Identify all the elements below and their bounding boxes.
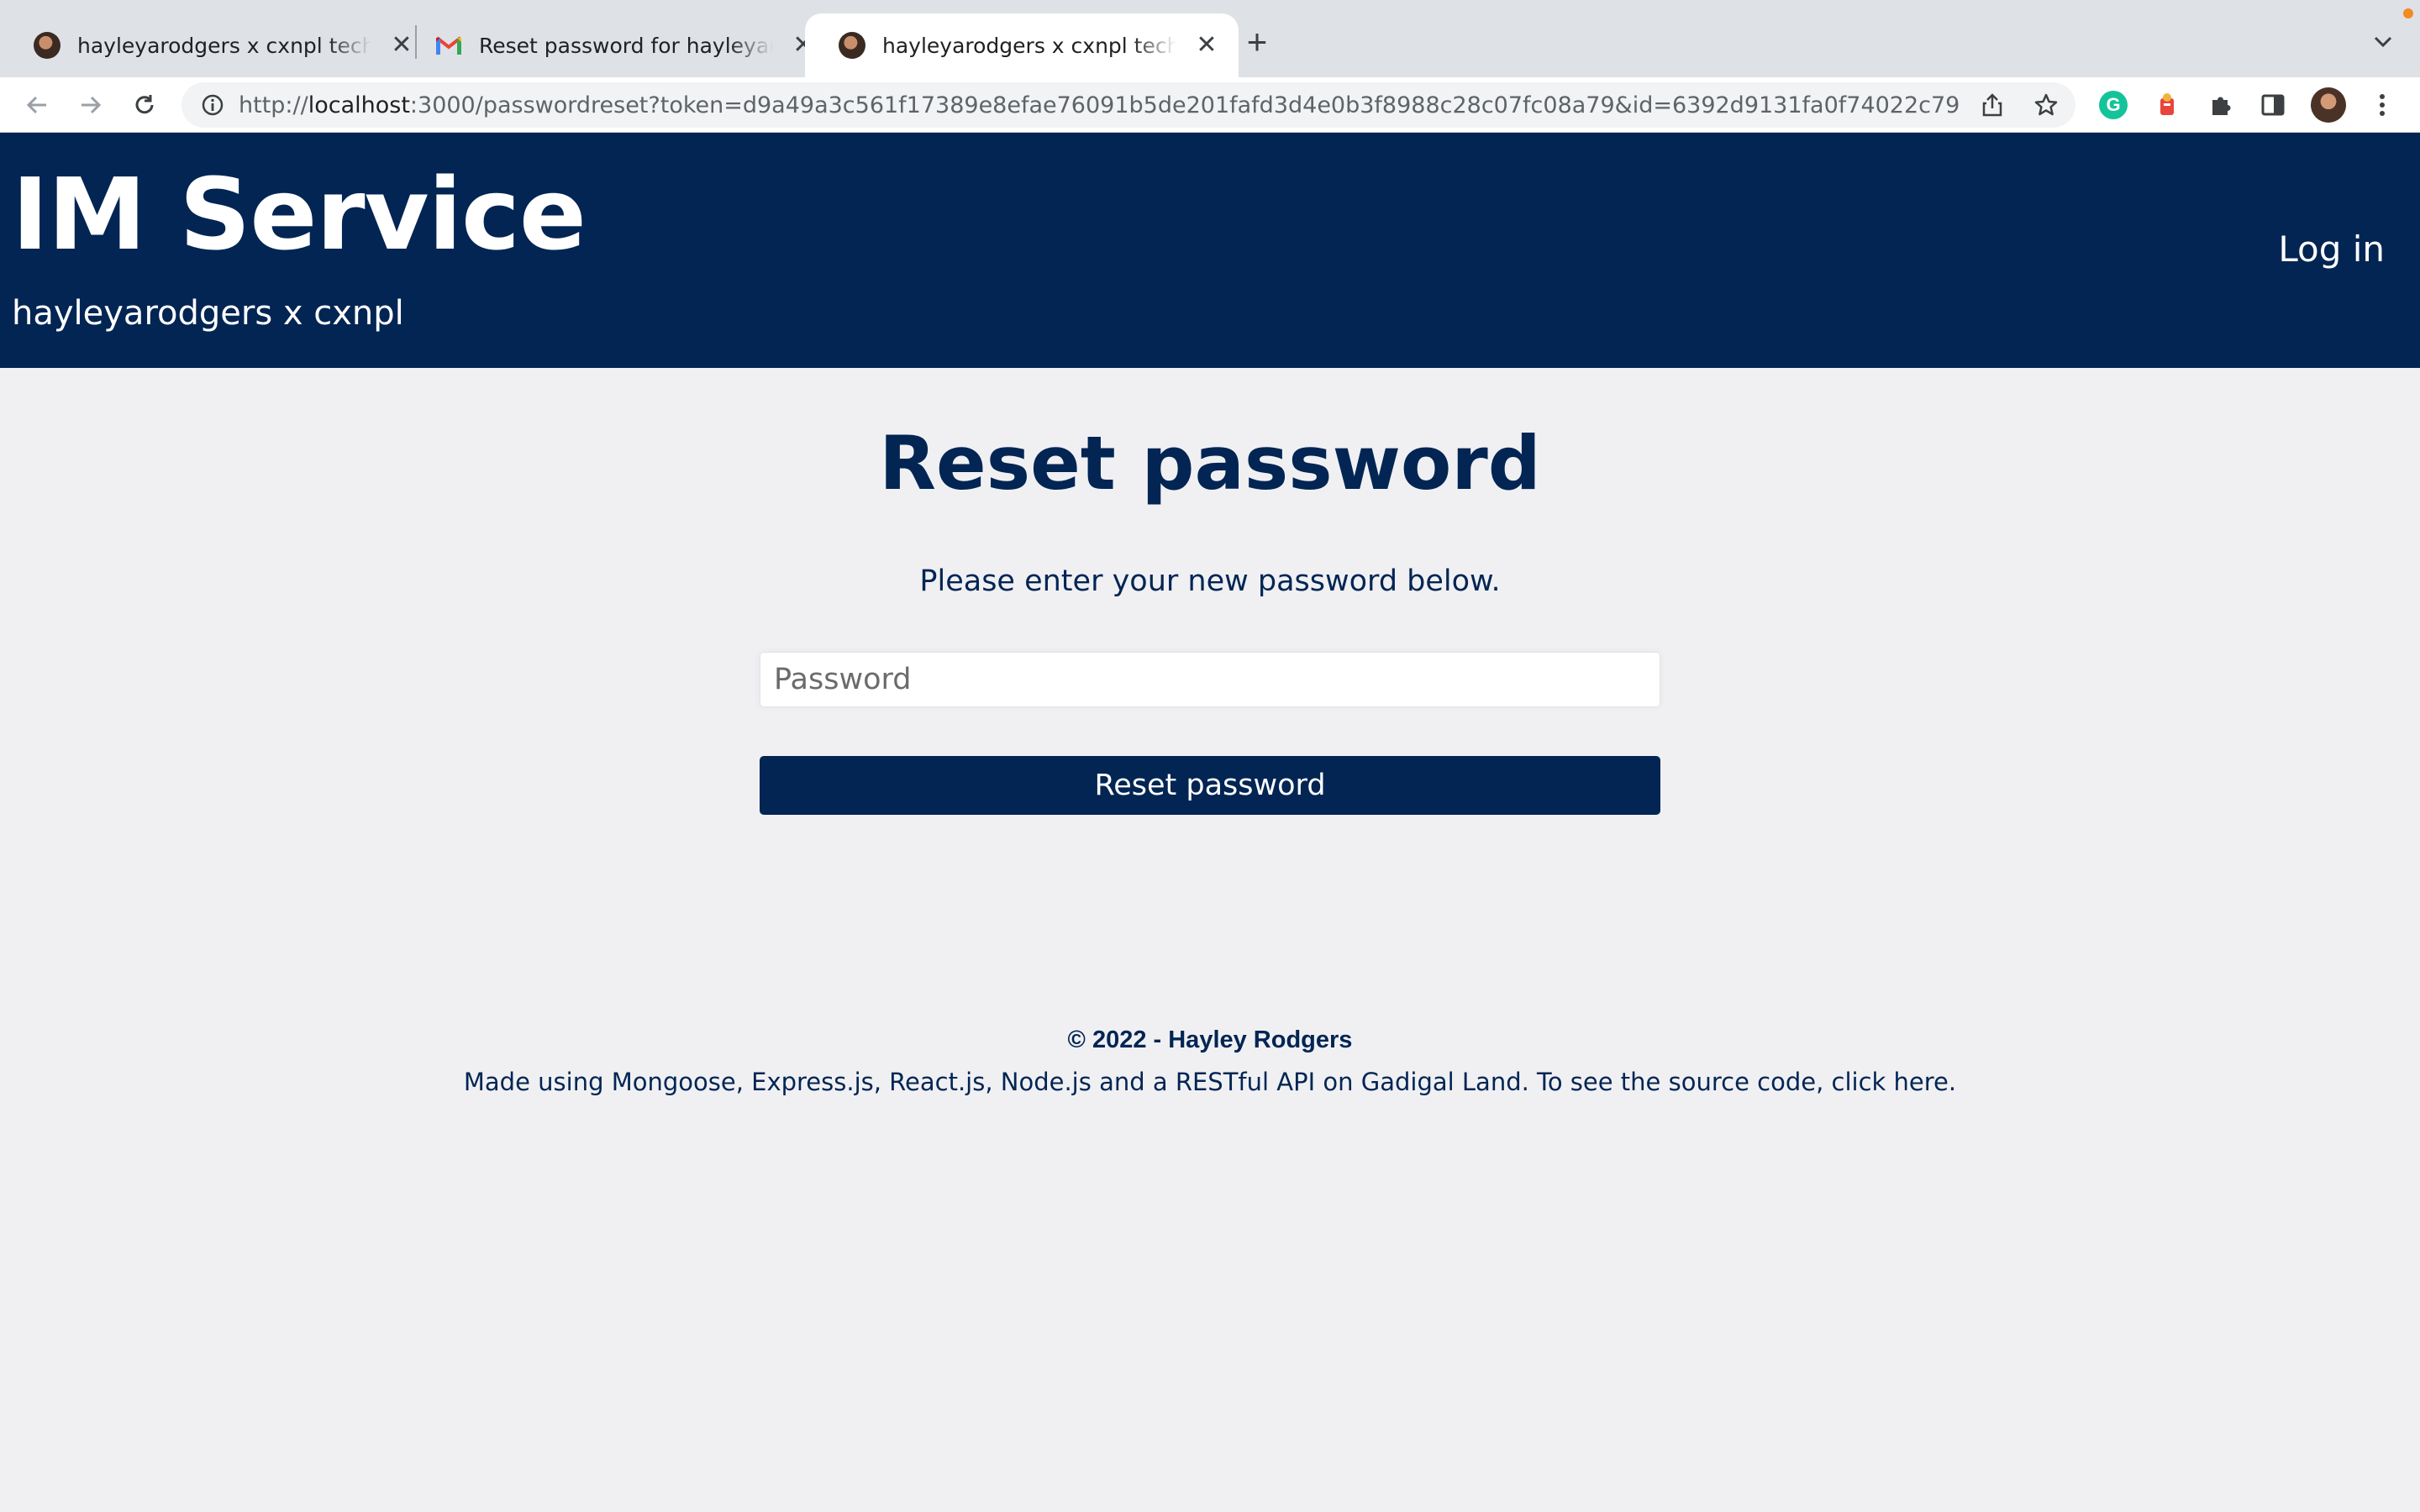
brand-title[interactable]: IM Service [12,156,587,272]
reload-icon[interactable] [128,88,161,122]
browser-tab-strip: hayleyarodgers x cxnpl technical ✕ Reset… [0,0,2420,77]
browser-tab-3-active[interactable]: hayleyarodgers x cxnpl technical ✕ [805,13,1239,77]
profile-avatar[interactable] [2311,87,2346,123]
url-path: :3000/passwordreset?token=d9a49a3c561f17… [409,92,1961,118]
new-tab-button[interactable]: + [1239,22,1276,61]
back-icon[interactable] [20,88,54,122]
credits-end: . [1948,1068,1957,1096]
sidebar-icon[interactable] [2255,87,2291,123]
brand-tagline: hayleyarodgers x cxnpl [12,294,404,333]
copyright-text: © 2022 - Hayley Rodgers [1067,1026,1353,1053]
share-icon[interactable] [1976,89,2008,121]
site-footer: © 2022 - Hayley Rodgers Made using Mongo… [0,1026,2420,1096]
tab-title: Reset password for hayleyarodgers [479,33,773,58]
info-icon[interactable] [198,91,227,119]
browser-tab-1[interactable]: hayleyarodgers x cxnpl technical ✕ [0,13,434,77]
star-icon[interactable] [2030,89,2062,121]
source-code-link[interactable]: click here [1832,1068,1949,1096]
gmail-icon [435,32,462,59]
url-host: localhost [308,92,410,118]
forward-icon[interactable] [74,88,108,122]
browser-toolbar: http://localhost:3000/passwordreset?toke… [0,77,2420,133]
browser-tab-2[interactable]: Reset password for hayleyarodgers ✕ [402,13,835,77]
puzzle-icon[interactable] [2203,87,2238,123]
tab-title: hayleyarodgers x cxnpl technical [77,33,371,58]
extension-icon[interactable] [2149,87,2185,123]
profile-favicon-icon [839,32,865,59]
tab-title: hayleyarodgers x cxnpl technical [882,33,1176,58]
credits-text: Made using Mongoose, Express.js, React.j… [0,1068,2420,1096]
url-text[interactable]: http://localhost:3000/passwordreset?toke… [239,82,1961,128]
tab-close-icon[interactable]: ✕ [1192,30,1222,60]
address-bar[interactable]: http://localhost:3000/passwordreset?toke… [182,82,2075,128]
credits-body: Made using Mongoose, Express.js, React.j… [463,1068,1832,1096]
login-link[interactable]: Log in [2278,228,2385,270]
recording-indicator [2403,8,2413,18]
grammarly-icon[interactable]: G [2096,87,2131,123]
tab-search-icon[interactable] [2366,25,2400,59]
password-input[interactable] [760,652,1660,707]
profile-favicon-icon [34,32,60,59]
reset-password-button[interactable]: Reset password [760,756,1660,815]
menu-icon[interactable] [2365,87,2400,123]
instructions-text: Please enter your new password below. [919,564,1501,598]
url-scheme: http:// [239,92,308,118]
page-title: Reset password [879,420,1541,507]
site-header: IM Service hayleyarodgers x cxnpl Log in [0,133,2420,368]
